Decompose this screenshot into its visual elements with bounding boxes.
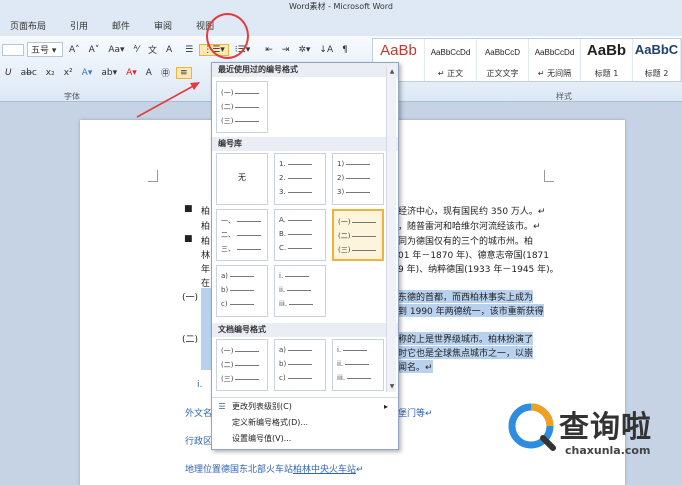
watermark-logo-icon [508,403,556,451]
watermark-sub: chaxunla.com [565,444,651,457]
watermark: 查询啦 chaxunla.com [505,400,675,462]
watermark-text: 查询啦 [559,410,652,445]
